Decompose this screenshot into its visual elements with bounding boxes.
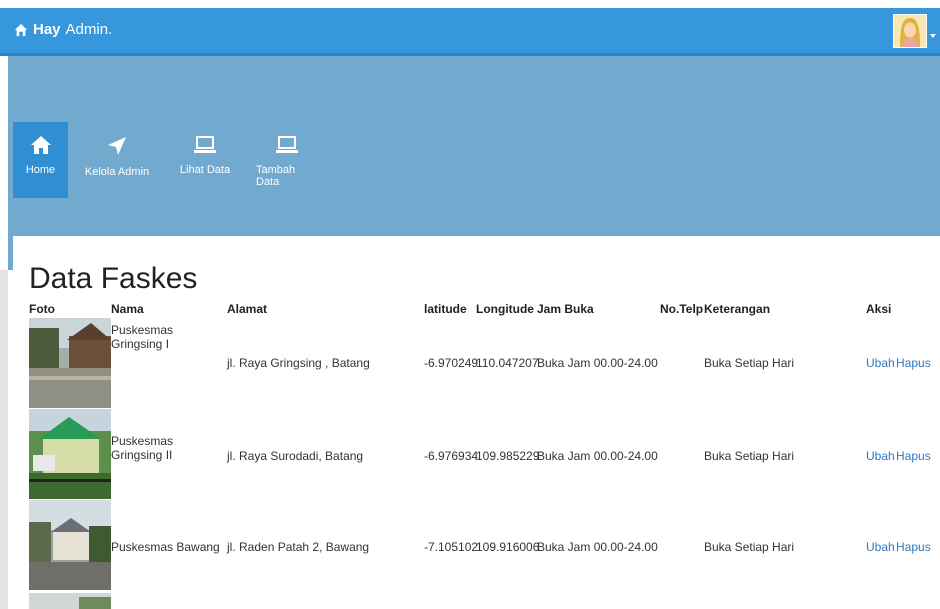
row-latitude: -7.105102 [424,540,479,554]
nav-home-label: Home [25,164,56,176]
faskes-photo [29,318,111,408]
nav-tambah-data-label: Tambah Data [256,164,296,188]
ubah-link[interactable]: Ubah [866,540,895,554]
row-latitude: -6.976934 [424,449,479,463]
ubah-link[interactable]: Ubah [866,449,895,463]
home-icon [14,23,28,36]
row-keterangan: Buka Setiap Hari [704,449,795,463]
row-nama: Puskesmas Bawang [111,540,220,554]
hapus-link[interactable]: Hapus [896,540,931,554]
col-alamat: Alamat [227,302,268,316]
photo-image [29,409,111,499]
chevron-down-icon [930,34,936,38]
laptop-icon [276,136,298,153]
nav-kelola-admin[interactable]: Kelola Admin [68,122,166,198]
left-strip [0,270,8,609]
user-avatar-icon [894,15,926,47]
col-latitude: latitude [424,302,467,316]
laptop-icon [194,136,216,153]
row-alamat: jl. Raden Patah 2, Bawang [227,540,370,554]
row-longitude: 109.985229 [476,449,540,463]
col-no-telp: No.Telp [660,302,704,316]
col-jam-buka: Jam Buka [537,302,594,316]
col-keterangan: Keterangan [704,302,771,316]
row-alamat: jl. Raya Surodadi, Batang [227,449,364,463]
row-jam-buka: Buka Jam 00.00-24.00 [537,449,658,463]
nav-tambah-data[interactable]: Tambah Data [244,122,330,198]
hapus-link[interactable]: Hapus [896,449,931,463]
brand-link[interactable]: Hay Admin. [14,21,112,38]
row-jam-buka: Buka Jam 00.00-24.00 [537,356,658,370]
user-menu-toggle[interactable] [893,14,936,48]
col-longitude: Longitude [476,302,534,316]
page-title: Data Faskes [29,262,198,295]
row-longitude: 109.916006 [476,540,540,554]
col-foto: Foto [29,302,55,316]
home-icon [30,136,51,154]
location-arrow-icon [108,137,126,155]
hapus-link[interactable]: Hapus [896,356,931,370]
faskes-photo [29,500,111,590]
row-nama: Puskesmas Gringsing I [111,323,174,351]
row-longitude: 110.047207 [476,356,539,370]
brand-greeting: Hay [33,21,61,38]
faskes-photo [29,593,111,609]
faskes-photo [29,409,111,499]
top-navbar: Hay Admin. [0,8,940,56]
avatar[interactable] [893,14,927,48]
photo-image [29,593,111,609]
row-keterangan: Buka Setiap Hari [704,540,795,554]
row-latitude: -6.970249 [424,356,479,370]
main-nav: Home Kelola Admin Lihat Data Tambah Data [13,122,330,198]
nav-kelola-admin-label: Kelola Admin [84,166,150,178]
brand-user: Admin. [65,21,113,38]
nav-lihat-data[interactable]: Lihat Data [166,122,244,198]
row-nama: Puskesmas Gringsing II [111,434,174,462]
row-keterangan: Buka Setiap Hari [704,356,795,370]
col-nama: Nama [111,302,144,316]
photo-image [29,318,111,408]
col-aksi: Aksi [866,302,892,316]
nav-lihat-data-label: Lihat Data [179,164,231,176]
row-alamat: jl. Raya Gringsing , Batang [227,356,370,370]
ubah-link[interactable]: Ubah [866,356,895,370]
nav-home[interactable]: Home [13,122,68,198]
photo-image [29,500,111,590]
row-jam-buka: Buka Jam 00.00-24.00 [537,540,658,554]
